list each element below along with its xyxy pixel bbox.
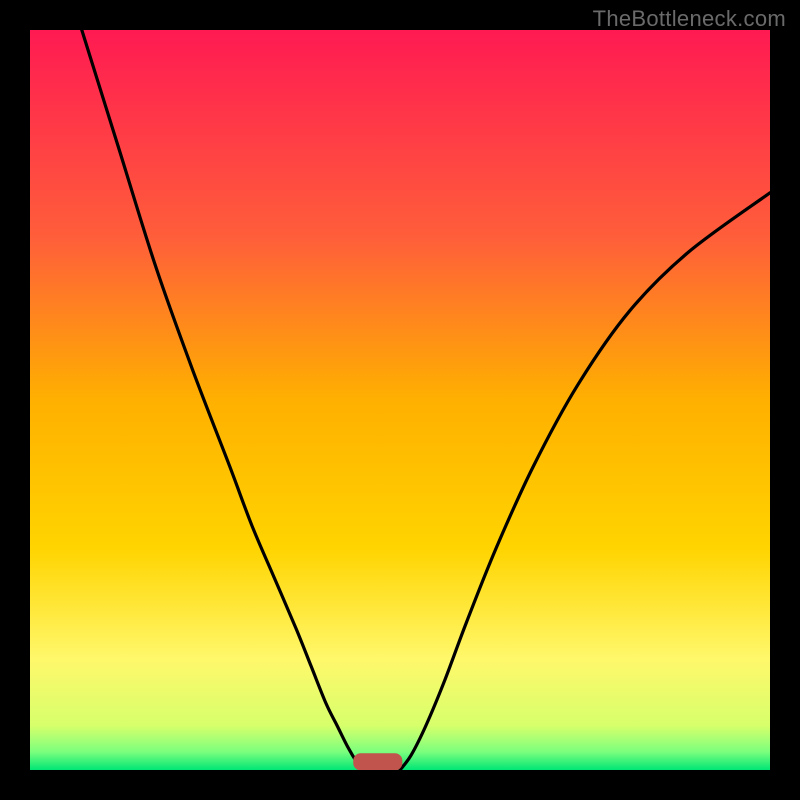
watermark-label: TheBottleneck.com — [593, 6, 786, 32]
chart-frame: TheBottleneck.com — [0, 0, 800, 800]
chart-svg — [30, 30, 770, 770]
background-gradient — [30, 30, 770, 770]
optimal-marker — [354, 754, 402, 770]
plot-area — [30, 30, 770, 770]
